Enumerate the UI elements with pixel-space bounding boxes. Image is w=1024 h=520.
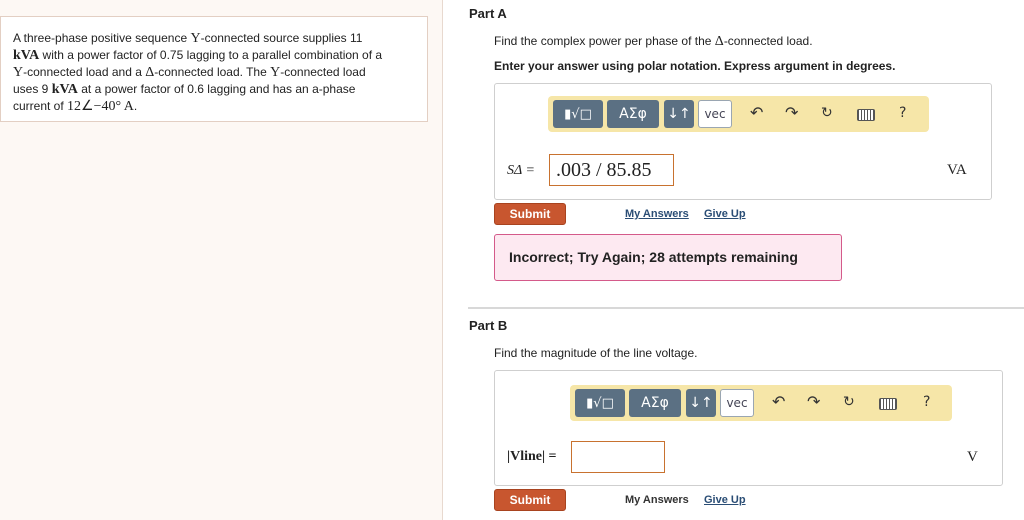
undo-icon[interactable]: ↶	[772, 392, 785, 411]
part-a-answer-input[interactable]: .003 / 85.85	[549, 154, 674, 186]
part-a-submit-button[interactable]: Submit	[494, 203, 566, 225]
part-a-prompt: Find the complex power per phase of the …	[494, 34, 813, 49]
reset-icon[interactable]: ↻	[843, 394, 855, 410]
part-a-my-answers-link[interactable]: My Answers	[625, 208, 689, 220]
part-a-answer-box: ▮√□ ΑΣφ ↓↑ vec ↶ ↷ ↻ ? SΔ = .003 / 85.85…	[494, 83, 992, 200]
part-b-submit-button[interactable]: Submit	[494, 489, 566, 511]
part-a-feedback-message: Incorrect; Try Again; 28 attempts remain…	[494, 234, 842, 281]
problem-panel: A three-phase positive sequence Y-connec…	[0, 0, 443, 520]
keyboard-icon[interactable]	[879, 398, 897, 410]
part-a-title: Part A	[469, 6, 507, 21]
part-b-prompt: Find the magnitude of the line voltage.	[494, 346, 698, 360]
part-a-unit: VA	[947, 162, 967, 178]
vector-button[interactable]: vec	[720, 389, 754, 417]
sub-superscript-button[interactable]: ↓↑	[686, 389, 716, 417]
part-b-title: Part B	[469, 318, 508, 333]
reset-icon[interactable]: ↻	[821, 105, 833, 121]
part-b-answer-input[interactable]	[571, 441, 665, 473]
keyboard-icon[interactable]	[857, 109, 875, 121]
part-b-answer-box: ▮√□ ΑΣφ ↓↑ vec ↶ ↷ ↻ ? |Vline| = V	[494, 370, 1003, 486]
templates-icon: ▮√□	[564, 106, 592, 122]
redo-icon[interactable]: ↷	[807, 392, 820, 411]
part-b-math-toolbar: ▮√□ ΑΣφ ↓↑ vec ↶ ↷ ↻ ?	[570, 385, 952, 421]
templates-button[interactable]: ▮√□	[575, 389, 625, 417]
part-a-answer-label: SΔ =	[507, 163, 535, 178]
help-button[interactable]: ?	[899, 105, 906, 121]
greek-symbols-button[interactable]: ΑΣφ	[629, 389, 681, 417]
part-a-give-up-link[interactable]: Give Up	[704, 208, 746, 220]
part-b-unit: V	[967, 449, 978, 465]
greek-symbols-button[interactable]: ΑΣφ	[607, 100, 659, 128]
help-button[interactable]: ?	[923, 394, 930, 410]
undo-icon[interactable]: ↶	[750, 103, 763, 122]
templates-button[interactable]: ▮√□	[553, 100, 603, 128]
part-b-give-up-link[interactable]: Give Up	[704, 494, 746, 506]
part-divider	[468, 307, 1024, 309]
redo-icon[interactable]: ↷	[785, 103, 798, 122]
part-a-instruction: Enter your answer using polar notation. …	[494, 59, 896, 73]
vector-button[interactable]: vec	[698, 100, 732, 128]
part-b-answer-label: |Vline| =	[507, 449, 557, 464]
part-a-math-toolbar: ▮√□ ΑΣφ ↓↑ vec ↶ ↷ ↻ ?	[548, 96, 929, 132]
problem-statement: A three-phase positive sequence Y-connec…	[0, 16, 428, 122]
sub-superscript-button[interactable]: ↓↑	[664, 100, 694, 128]
templates-icon: ▮√□	[586, 395, 614, 411]
part-b-my-answers-link[interactable]: My Answers	[625, 494, 689, 506]
